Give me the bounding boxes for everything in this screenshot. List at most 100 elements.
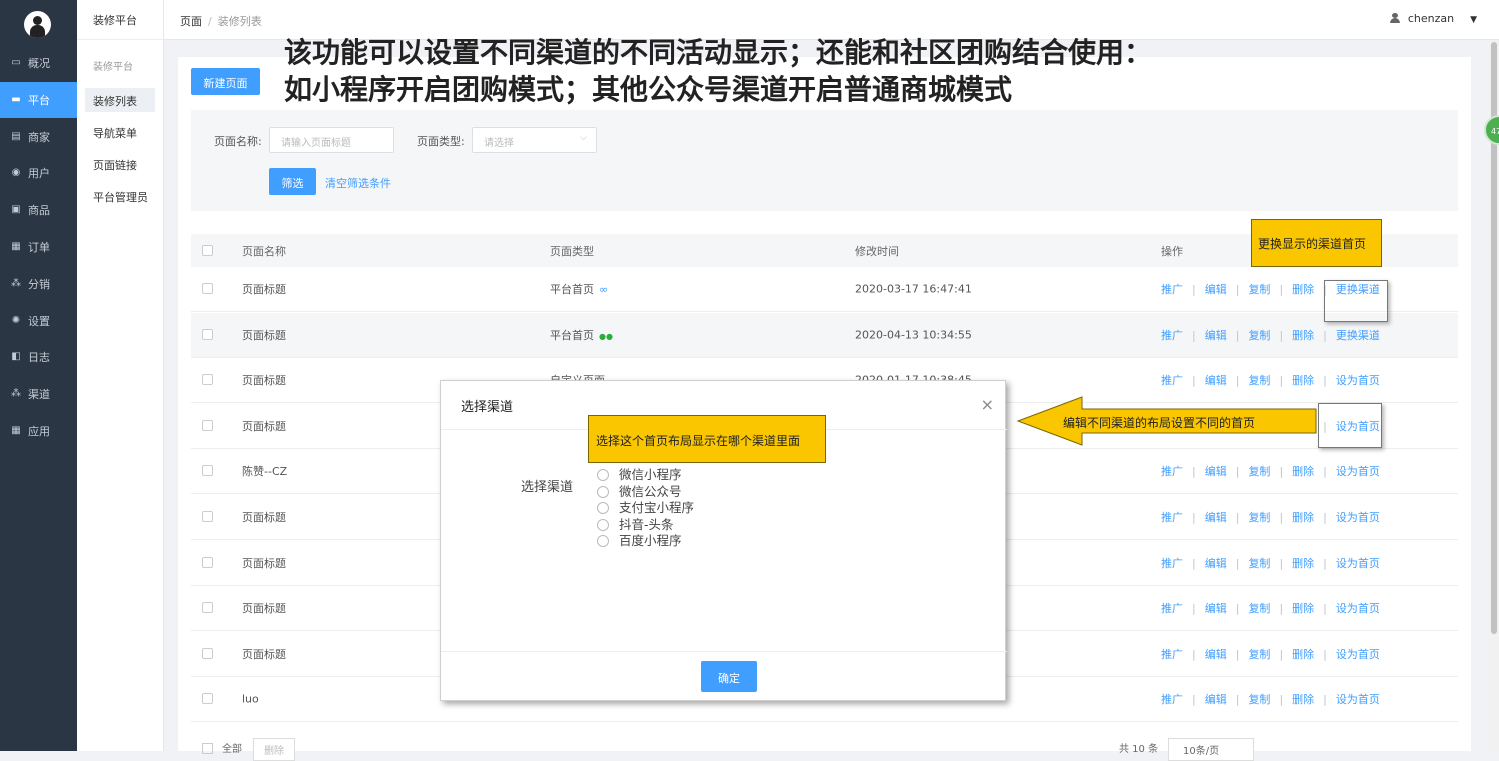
delete-link[interactable]: 删除 (1292, 283, 1314, 296)
row-checkbox[interactable] (202, 328, 213, 340)
edit-link[interactable]: 编辑 (1205, 648, 1227, 661)
row-checkbox[interactable] (202, 693, 213, 705)
row-checkbox[interactable] (202, 283, 213, 294)
sidebar-item-6[interactable]: ⁂ 分销 (0, 266, 77, 302)
edit-link[interactable]: 编辑 (1205, 693, 1227, 706)
header-time: 修改时间 (855, 244, 899, 258)
copy-link[interactable]: 复制 (1248, 465, 1270, 478)
header-type: 页面类型 (550, 244, 594, 258)
user-menu[interactable]: chenzan ▼ (1389, 12, 1477, 25)
delete-link[interactable]: 删除 (1292, 648, 1314, 661)
promote-link[interactable]: 推广 (1161, 374, 1183, 387)
delete-link[interactable]: 删除 (1292, 329, 1314, 342)
copy-link[interactable]: 复制 (1248, 329, 1270, 342)
new-page-button[interactable]: 新建页面 (191, 68, 260, 95)
edit-link[interactable]: 编辑 (1205, 511, 1227, 524)
promote-link[interactable]: 推广 (1161, 283, 1183, 296)
delete-link[interactable]: 删除 (1292, 602, 1314, 615)
batch-delete-button[interactable]: 删除 (253, 738, 295, 761)
clear-filter-link[interactable]: 清空筛选条件 (325, 175, 391, 191)
copy-link[interactable]: 复制 (1248, 374, 1270, 387)
delete-link[interactable]: 删除 (1292, 465, 1314, 478)
row-page-name: 页面标题 (242, 511, 286, 524)
row-checkbox[interactable] (202, 419, 213, 431)
sidebar-item-0[interactable]: ▭ 概况 (0, 45, 77, 81)
copy-link[interactable]: 复制 (1248, 648, 1270, 661)
row-last-action-link[interactable]: 设为首页 (1336, 648, 1380, 661)
delete-link[interactable]: 删除 (1292, 374, 1314, 387)
row-last-action-link[interactable]: 设为首页 (1336, 465, 1380, 478)
row-checkbox[interactable] (202, 465, 213, 477)
sidebar-item-1[interactable]: ▬ 平台 (0, 81, 77, 118)
row-checkbox[interactable] (202, 602, 213, 614)
channel-radio-option[interactable]: 百度小程序 (597, 530, 682, 549)
row-page-name: 页面标题 (242, 283, 286, 296)
delete-link[interactable]: 删除 (1292, 557, 1314, 570)
promote-link[interactable]: 推广 (1161, 465, 1183, 478)
footer-select-all[interactable]: 全部 (202, 740, 242, 755)
sidebar-item-4[interactable]: ▣ 商品 (0, 192, 77, 228)
promote-link[interactable]: 推广 (1161, 648, 1183, 661)
avatar[interactable] (24, 11, 51, 38)
copy-link[interactable]: 复制 (1248, 557, 1270, 570)
breadcrumb-home[interactable]: 页面 (180, 15, 202, 28)
row-last-action-link[interactable]: 设为首页 (1336, 602, 1380, 615)
row-checkbox[interactable] (202, 511, 213, 522)
filter-submit-button[interactable]: 筛选 (269, 168, 316, 195)
subnav-item-platform-admin[interactable]: 平台管理员 (85, 184, 155, 208)
page-scrollbar[interactable] (1489, 40, 1499, 751)
radio-circle-icon (597, 502, 609, 514)
row-page-name: luo (242, 692, 259, 706)
edit-link[interactable]: 编辑 (1205, 283, 1227, 296)
sidebar-item-8[interactable]: ◧ 日志 (0, 339, 77, 375)
sidebar-item-3[interactable]: ◉ 用户 (0, 155, 77, 191)
row-last-action-link[interactable]: 设为首页 (1336, 511, 1380, 524)
subnav-item-page-links[interactable]: 页面链接 (85, 152, 155, 176)
subnav-item-decoration-list[interactable]: 装修列表 (85, 88, 155, 112)
row-last-action-link[interactable]: 更换渠道 (1336, 329, 1380, 342)
page-type-select[interactable]: 请选择 ⌵ (472, 127, 597, 153)
link-icon: ∞ (599, 283, 609, 296)
promote-link[interactable]: 推广 (1161, 511, 1183, 524)
page-size-select[interactable]: 10条/页 (1168, 738, 1254, 761)
user-icon (1389, 13, 1400, 23)
edit-link[interactable]: 编辑 (1205, 557, 1227, 570)
copy-link[interactable]: 复制 (1248, 511, 1270, 524)
edit-link[interactable]: 编辑 (1205, 374, 1227, 387)
promote-link[interactable]: 推广 (1161, 693, 1183, 706)
copy-link[interactable]: 复制 (1248, 602, 1270, 615)
copy-link[interactable]: 复制 (1248, 693, 1270, 706)
edit-link[interactable]: 编辑 (1205, 329, 1227, 342)
copy-link[interactable]: 复制 (1248, 283, 1270, 296)
sidebar: ▭ 概况 ▬ 平台 ▤ 商家 ◉ 用户 ▣ 商品 ▦ 订单 ⁂ 分销 ✺ 设置 ◧ 日志 ⁂ 渠道 ▦ 应用 (0, 0, 77, 751)
edit-link[interactable]: 编辑 (1205, 602, 1227, 615)
confirm-button[interactable]: 确定 (701, 661, 757, 692)
distribution-icon: ⁂ (11, 277, 21, 289)
promote-link[interactable]: 推广 (1161, 557, 1183, 570)
page-name-input[interactable]: 请输入页面标题 (269, 127, 394, 153)
row-last-action-link[interactable]: 设为首页 (1336, 557, 1380, 570)
row-actions: 推广|编辑|复制|删除|设为首页 (1161, 511, 1380, 524)
row-actions: 推广|编辑|复制|删除|设为首页 (1161, 374, 1380, 388)
sidebar-item-10[interactable]: ▦ 应用 (0, 413, 77, 449)
edit-link[interactable]: 编辑 (1205, 465, 1227, 478)
subnav-item-nav-menu[interactable]: 导航菜单 (85, 120, 155, 144)
sidebar-item-2[interactable]: ▤ 商家 (0, 119, 77, 155)
row-last-action-link[interactable]: 设为首页 (1336, 374, 1380, 387)
close-icon[interactable]: × (981, 397, 994, 413)
row-checkbox[interactable] (202, 374, 213, 386)
sidebar-item-7[interactable]: ✺ 设置 (0, 303, 77, 339)
sidebar-item-9[interactable]: ⁂ 渠道 (0, 376, 77, 412)
floating-badge[interactable]: 47 (1484, 115, 1499, 145)
row-last-action-link[interactable]: 设为首页 (1336, 693, 1380, 706)
delete-link[interactable]: 删除 (1292, 693, 1314, 706)
sidebar-item-5[interactable]: ▦ 订单 (0, 229, 77, 265)
row-checkbox[interactable] (202, 556, 213, 568)
delete-link[interactable]: 删除 (1292, 511, 1314, 524)
select-all-checkbox[interactable] (202, 244, 213, 256)
promote-link[interactable]: 推广 (1161, 602, 1183, 615)
promote-link[interactable]: 推广 (1161, 329, 1183, 342)
row-checkbox[interactable] (202, 647, 213, 659)
sidebar-item-label: 分销 (28, 277, 50, 291)
gear-icon: ✺ (11, 314, 21, 326)
